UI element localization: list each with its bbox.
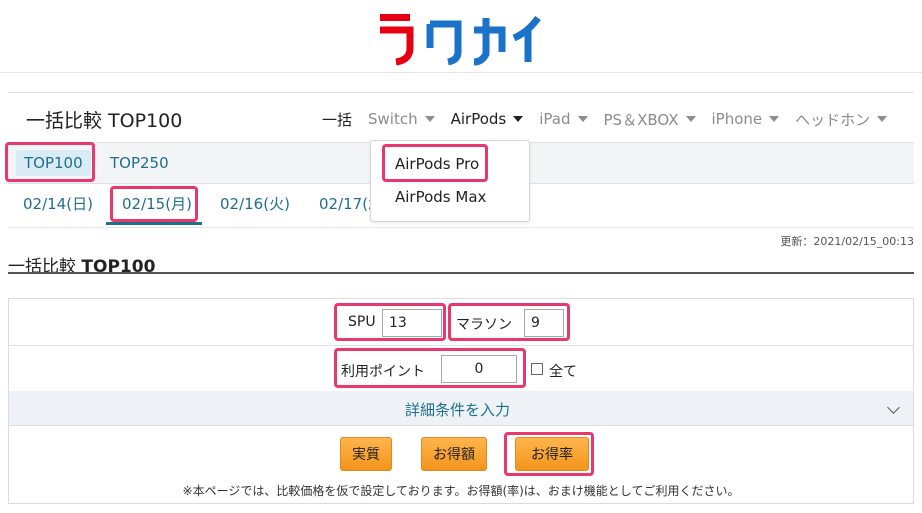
tab-top250[interactable]: TOP250 <box>102 150 177 176</box>
date-tab-0215[interactable]: 02/15(月) <box>122 193 192 214</box>
sort-savings-rate-button[interactable]: お得率 <box>515 437 589 471</box>
points-input[interactable]: 0 <box>441 355 517 383</box>
nav-label: 一括 <box>322 110 353 129</box>
row-divider <box>9 425 913 426</box>
nav-label: PS＆XBOX <box>603 110 679 129</box>
nav-item-ps-xbox[interactable]: PS＆XBOX <box>604 109 696 130</box>
all-points-label: 全て <box>549 364 577 380</box>
airpods-dropdown-menu: AirPods Pro AirPods Max <box>370 140 530 222</box>
sort-real-price-button[interactable]: 実質 <box>340 437 392 471</box>
active-date-indicator <box>106 222 202 225</box>
nav-label: AirPods <box>450 110 507 128</box>
detail-conditions-link[interactable]: 詳細条件を入力 <box>405 399 510 420</box>
spu-label: SPU <box>348 314 376 330</box>
section-title-prefix: 一括比較 <box>8 257 82 277</box>
nav-item-ipad[interactable]: iPad <box>539 110 588 128</box>
nav-item-airpods[interactable]: AirPods <box>451 110 524 128</box>
date-tab-0214[interactable]: 02/14(日) <box>23 193 93 214</box>
date-tab-0216[interactable]: 02/16(火) <box>220 193 290 214</box>
nav-label: Switch <box>368 110 418 128</box>
marathon-label: マラソン <box>456 317 512 333</box>
points-label: 利用ポイント <box>341 364 425 380</box>
row-divider <box>9 345 913 346</box>
spu-input[interactable]: 13 <box>382 309 442 337</box>
caret-down-icon <box>513 116 524 122</box>
nav-label: ヘッドホン <box>795 110 871 129</box>
updated-timestamp: 更新：2021/02/15_00:13 <box>780 235 914 248</box>
sort-savings-amount-button[interactable]: お得額 <box>421 437 487 471</box>
caret-down-icon <box>424 116 435 122</box>
divider <box>8 92 914 93</box>
logo-header <box>0 0 922 73</box>
rakukai-logo-icon[interactable] <box>378 8 544 66</box>
nav-item-iphone[interactable]: iPhone <box>712 110 780 128</box>
page-title: 一括比較 TOP100 <box>26 110 183 132</box>
dropdown-item-airpods-max[interactable]: AirPods Max <box>395 188 486 206</box>
section-rule <box>8 272 914 274</box>
dropdown-item-airpods-pro[interactable]: AirPods Pro <box>395 155 479 173</box>
nav-label: iPhone <box>711 110 763 128</box>
filter-panel: SPU 13 マラソン 9 利用ポイント 0 全て 詳細条件を入力 実質 お得額… <box>8 298 914 504</box>
nav-item-switch[interactable]: Switch <box>368 110 435 128</box>
caret-down-icon <box>877 116 888 122</box>
section-title-bold: TOP100 <box>81 257 156 277</box>
nav-label: iPad <box>539 110 571 128</box>
caret-down-icon <box>577 116 588 122</box>
nav-item-ikkatsu[interactable]: 一括 <box>322 109 352 130</box>
nav-item-headphones[interactable]: ヘッドホン <box>795 109 888 130</box>
caret-down-icon <box>685 116 696 122</box>
category-nav: 一括 Switch AirPods iPad PS＆XBOX iPhone ヘッ… <box>322 108 888 130</box>
caret-down-icon <box>769 116 780 122</box>
tab-top100[interactable]: TOP100 <box>16 150 91 176</box>
all-points-checkbox[interactable] <box>531 363 543 375</box>
disclaimer-note: ※本ページでは、比較価格を仮で設定しております。お得額(率)は、おまけ機能として… <box>182 484 740 498</box>
marathon-input[interactable]: 9 <box>524 309 564 337</box>
